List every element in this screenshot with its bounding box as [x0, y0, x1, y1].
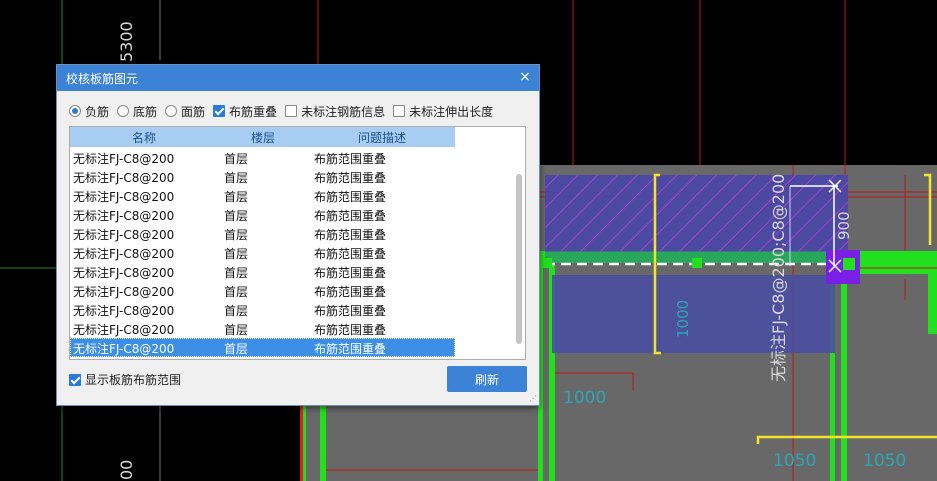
radio-label: 负筋 [85, 104, 110, 119]
checkbox-label: 布筋重叠 [229, 104, 278, 119]
cell-issue: 布筋范围重叠 [314, 190, 387, 204]
checkbox-indicator[interactable] [393, 105, 406, 117]
cell-name: 无标注FJ-C8@200 [73, 304, 175, 318]
cell-issue: 布筋范围重叠 [314, 266, 387, 280]
column-header-name[interactable]: 名称 [132, 129, 156, 146]
cell-issue: 布筋范围重叠 [314, 285, 387, 299]
checkbox-unlabeled-rebar-info[interactable]: 未标注钢筋信息 [285, 103, 385, 120]
radio-indicator[interactable] [117, 105, 130, 117]
cell-issue: 布筋范围重叠 [314, 247, 387, 261]
highlight-region-lower [552, 275, 835, 353]
dim-text-5300: 5300 [117, 21, 136, 62]
checkbox-indicator[interactable] [213, 105, 226, 117]
radio-label: 面筋 [181, 104, 206, 119]
cell-issue: 布筋范围重叠 [314, 152, 387, 166]
checkbox-label: 未标注钢筋信息 [301, 104, 386, 119]
scrollbar-thumb[interactable] [516, 174, 522, 344]
resize-grip-icon[interactable]: ⋰ [529, 395, 537, 403]
check-slab-rebar-dialog: 校核板筋图元 × 负筋 底筋 面筋 布筋重叠 未标注钢筋信息 未标注伸出长度 名… [56, 64, 540, 406]
checkbox-indicator[interactable] [285, 105, 298, 117]
checkbox-label: 显示板筋布筋范围 [85, 373, 182, 387]
table-row[interactable]: 无标注FJ-C8@200 首层 布筋范围重叠 [70, 262, 455, 281]
radio-indicator[interactable] [165, 105, 178, 117]
cell-floor: 首层 [224, 228, 249, 242]
cell-floor: 首层 [224, 266, 249, 280]
rebar-label: 无标注FJ-C8@200;C8@200 [769, 174, 788, 382]
checkbox-indicator[interactable] [69, 373, 81, 386]
cell-floor: 首层 [224, 171, 249, 185]
refresh-button[interactable]: 刷新 [447, 366, 527, 392]
cell-name: 无标注FJ-C8@200 [73, 285, 175, 299]
cell-name: 无标注FJ-C8@200 [73, 209, 175, 223]
table-row-selected[interactable]: 无标注FJ-C8@200 首层 布筋范围重叠 [70, 338, 455, 357]
cell-name: 无标注FJ-C8@200 [73, 171, 175, 185]
dialog-titlebar[interactable]: 校核板筋图元 × [57, 65, 539, 91]
dim-text-900: 900 [835, 211, 853, 240]
checkbox-label: 未标注伸出长度 [409, 104, 494, 119]
cell-name: 无标注FJ-C8@200 [73, 323, 175, 337]
checkbox-overlap[interactable]: 布筋重叠 [213, 103, 277, 120]
column-header-floor[interactable]: 楼层 [251, 129, 275, 146]
table-row[interactable]: 无标注FJ-C8@200 首层 布筋范围重叠 [70, 148, 455, 167]
checkbox-show-rebar-range[interactable]: 显示板筋布筋范围 [69, 371, 181, 388]
issue-table[interactable]: 名称 楼层 问题描述 无标注FJ-C8@200 首层 布筋范围重叠 无标注FJ-… [69, 126, 526, 360]
cell-issue: 布筋范围重叠 [314, 228, 387, 242]
table-row[interactable]: 无标注FJ-C8@200 首层 布筋范围重叠 [70, 224, 455, 243]
cell-floor: 首层 [224, 152, 249, 166]
filter-options: 负筋 底筋 面筋 布筋重叠 未标注钢筋信息 未标注伸出长度 [69, 102, 501, 120]
close-icon[interactable]: × [515, 67, 535, 87]
radio-label: 底筋 [133, 104, 158, 119]
table-row[interactable]: 无标注FJ-C8@200 首层 布筋范围重叠 [70, 300, 455, 319]
cell-floor: 首层 [224, 285, 249, 299]
cell-floor: 首层 [224, 342, 249, 356]
table-header: 名称 楼层 问题描述 [70, 127, 455, 147]
radio-top-rebar[interactable]: 面筋 [165, 103, 205, 120]
dim-text-bottom: 00 [117, 460, 136, 480]
cell-issue: 布筋范围重叠 [314, 323, 387, 337]
table-row[interactable]: 无标注FJ-C8@200 首层 布筋范围重叠 [70, 186, 455, 205]
table-row[interactable]: 无标注FJ-C8@200 首层 布筋范围重叠 [70, 281, 455, 300]
cell-issue: 布筋范围重叠 [314, 171, 387, 185]
dim-text-1050-a: 1050 [773, 451, 816, 471]
table-row[interactable]: 无标注FJ-C8@200 首层 布筋范围重叠 [70, 205, 455, 224]
cell-floor: 首层 [224, 209, 249, 223]
dim-text-1000-b: 1000 [674, 300, 692, 338]
cell-name: 无标注FJ-C8@200 [73, 152, 175, 166]
column-header-issue[interactable]: 问题描述 [358, 129, 406, 146]
radio-bottom-rebar[interactable]: 底筋 [117, 103, 157, 120]
cell-issue: 布筋范围重叠 [314, 342, 387, 356]
cell-name: 无标注FJ-C8@200 [73, 190, 175, 204]
dim-text-1000-a: 1000 [563, 388, 606, 408]
cell-name: 无标注FJ-C8@200 [73, 342, 175, 356]
cell-issue: 布筋范围重叠 [314, 209, 387, 223]
checkbox-unlabeled-extension-length[interactable]: 未标注伸出长度 [393, 103, 493, 120]
table-row[interactable]: 无标注FJ-C8@200 首层 布筋范围重叠 [70, 167, 455, 186]
table-row[interactable]: 无标注FJ-C8@200 首层 布筋范围重叠 [70, 243, 455, 262]
radio-indicator[interactable] [69, 105, 81, 117]
cell-floor: 首层 [224, 247, 249, 261]
cell-name: 无标注FJ-C8@200 [73, 247, 175, 261]
cell-floor: 首层 [224, 323, 249, 337]
cell-floor: 首层 [224, 304, 249, 318]
vertical-scrollbar[interactable] [514, 128, 524, 358]
cell-floor: 首层 [224, 190, 249, 204]
dialog-title: 校核板筋图元 [66, 72, 139, 86]
cell-issue: 布筋范围重叠 [314, 304, 387, 318]
dim-text-1050-b: 1050 [863, 451, 906, 471]
cell-name: 无标注FJ-C8@200 [73, 266, 175, 280]
table-row[interactable]: 无标注FJ-C8@200 首层 布筋范围重叠 [70, 319, 455, 338]
cell-name: 无标注FJ-C8@200 [73, 228, 175, 242]
radio-negative-rebar[interactable]: 负筋 [69, 103, 109, 120]
